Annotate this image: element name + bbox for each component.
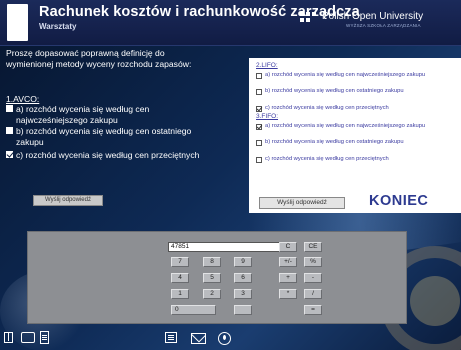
calc-key-plus-minus[interactable]: +/- [279,257,297,267]
calc-key-divide[interactable]: / [304,289,322,299]
option-label: a) rozchód wycenia się według cen najwcz… [265,72,426,78]
option-checkbox[interactable] [256,88,262,95]
option-checkbox[interactable] [256,105,262,112]
calc-key-multiply[interactable]: * [279,289,297,299]
power-icon[interactable] [218,332,231,345]
calc-key-9[interactable]: 9 [234,257,252,267]
university-logo-icon [300,12,317,25]
calc-key-2[interactable]: 2 [203,289,221,299]
calc-key-6[interactable]: 6 [234,273,252,283]
fifo-option-a[interactable]: a) rozchód wycenia się według cen najwcz… [256,123,456,130]
calc-key-8[interactable]: 8 [203,257,221,267]
calculator: 47851 C CE 7 8 9 +/- % 4 5 6 + - 1 2 3 *… [27,231,407,324]
option-label: b) rozchód wycenia się według cen ostatn… [265,88,404,94]
calc-key-percent[interactable]: % [304,257,322,267]
option-label: a) rozchód wycenia się według cen najwcz… [265,123,426,129]
background-decoration [410,276,460,326]
list-icon[interactable] [165,332,177,343]
mail-icon[interactable] [191,333,206,344]
option-checkbox[interactable] [256,139,262,146]
option-checkbox[interactable] [6,151,13,158]
calc-key-1[interactable]: 1 [171,289,189,299]
calc-key-ce[interactable]: CE [304,242,322,252]
option-c[interactable]: c) rozchód wycenia się według cen przeci… [6,150,221,161]
app-logo [7,4,28,41]
option-checkbox[interactable] [6,105,13,112]
panel-submit-button[interactable]: Wyślij odpowiedź [259,197,345,209]
option-label: b) rozchód wycenia się według cen ostatn… [265,139,404,145]
option-label: c) rozchód wycenia się według cen przeci… [265,156,389,162]
calc-key-7[interactable]: 7 [171,257,189,267]
option-label: c) rozchód wycenia się według cen przeci… [16,150,200,160]
calc-key-5[interactable]: 5 [203,273,221,283]
end-button[interactable]: KONIEC [369,193,428,209]
calc-key-0[interactable]: 0 [171,305,216,315]
option-checkbox[interactable] [256,156,262,163]
section-title-fifo: 3.FIFO: [256,113,279,120]
university-subtitle: WYŻSZA SZKOŁA ZARZĄDZANIA [346,23,421,28]
lifo-option-c[interactable]: c) rozchód wycenia się według cen przeci… [256,105,456,112]
section-title-lifo: 2.LIFO: [256,62,278,69]
book-icon[interactable] [4,332,13,343]
option-b[interactable]: b) rozchód wycenia się według cen ostatn… [6,126,221,147]
lifo-option-a[interactable]: a) rozchód wycenia się według cen najwcz… [256,72,456,79]
app-header: Rachunek kosztów i rachunkowość zarządcz… [0,0,461,46]
question-text: Proszę dopasować poprawną definicję do w… [6,48,192,69]
university-name: Polish Open University [322,11,424,22]
calc-key-c[interactable]: C [279,242,297,252]
fifo-option-b[interactable]: b) rozchód wycenia się według cen ostatn… [256,139,456,146]
fifo-option-c[interactable]: c) rozchód wycenia się według cen przeci… [256,156,456,163]
calc-key-3[interactable]: 3 [234,289,252,299]
answers-panel: 2.LIFO: a) rozchód wycenia się według ce… [249,58,461,213]
calculator-display[interactable]: 47851 [168,242,295,252]
option-label: a) rozchód wycenia się według cen najwcz… [16,104,150,125]
submit-answer-button[interactable]: Wyślij odpowiedź [33,195,103,206]
option-checkbox[interactable] [256,72,262,79]
calc-key-minus[interactable]: - [304,273,322,283]
option-a[interactable]: a) rozchód wycenia się według cen najwcz… [6,104,221,125]
option-checkbox[interactable] [256,123,262,130]
people-icon[interactable] [21,332,35,343]
document-icon[interactable] [40,331,49,344]
calc-key-plus[interactable]: + [279,273,297,283]
app-subtitle: Warsztaty [39,22,77,31]
calc-key-4[interactable]: 4 [171,273,189,283]
calc-key-equals[interactable]: = [304,305,322,315]
option-label: b) rozchód wycenia się według cen ostatn… [16,126,192,147]
lifo-option-b[interactable]: b) rozchód wycenia się według cen ostatn… [256,88,456,95]
section-title-avco: 1.AVCO: [6,94,40,104]
option-checkbox[interactable] [6,127,13,134]
option-label: c) rozchód wycenia się według cen przeci… [265,105,389,111]
calc-key-blank[interactable] [234,305,252,315]
